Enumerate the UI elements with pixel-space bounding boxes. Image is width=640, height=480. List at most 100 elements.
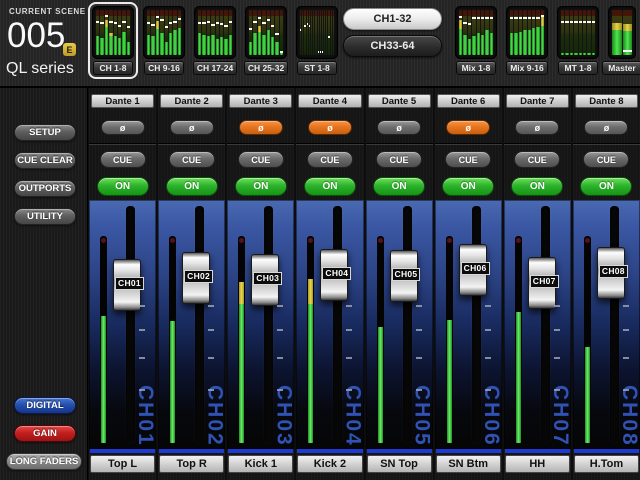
on-button[interactable]: ON: [97, 177, 149, 196]
on-button[interactable]: ON: [235, 177, 287, 196]
fader-cap[interactable]: CH07: [528, 257, 556, 309]
fader-scale-tick: [208, 357, 214, 359]
cue-button[interactable]: CUE: [445, 151, 491, 168]
meter-bar: [122, 10, 125, 55]
on-button[interactable]: ON: [373, 177, 425, 196]
input-port-button[interactable]: Dante 5: [368, 94, 431, 108]
meter-bar: [100, 10, 103, 55]
meter-fill-green: [574, 53, 577, 55]
meter-bank[interactable]: Mix 9-16: [504, 4, 550, 77]
meter-bars: [249, 10, 283, 55]
utility-button[interactable]: UTILITY: [14, 208, 76, 225]
channel-name-button[interactable]: Kick 1: [228, 455, 293, 473]
meter-bank[interactable]: CH 17-24: [192, 4, 238, 77]
peak-hold-mark: [122, 21, 125, 23]
long-faders-button[interactable]: LONG FADERS: [6, 453, 82, 470]
meter-bank[interactable]: Mix 1-8: [453, 4, 499, 77]
meter-bank[interactable]: MT 1-8: [555, 4, 601, 77]
channel-name-button[interactable]: HH: [505, 455, 570, 473]
meter-bank[interactable]: CH 25-32: [243, 4, 289, 77]
peak-hold-mark: [207, 21, 210, 23]
meter-fill-green: [151, 36, 154, 55]
meter-bar: [514, 10, 517, 55]
outports-button[interactable]: OUTPORTS: [14, 180, 76, 197]
channel-name-button[interactable]: Top R: [159, 455, 224, 473]
peak-hold-mark: [127, 26, 130, 28]
cue-button[interactable]: CUE: [307, 151, 353, 168]
fader-cap[interactable]: CH08: [597, 247, 625, 299]
phase-button[interactable]: ø: [239, 120, 283, 135]
on-button[interactable]: ON: [442, 177, 494, 196]
phase-button[interactable]: ø: [170, 120, 214, 135]
meter-bar: [220, 10, 223, 55]
cue-button[interactable]: CUE: [169, 151, 215, 168]
meter-fill-green: [198, 33, 201, 56]
phase-button[interactable]: ø: [377, 120, 421, 135]
fader-cap[interactable]: CH04: [320, 249, 348, 301]
input-port-button[interactable]: Dante 2: [160, 94, 223, 108]
setup-button[interactable]: SETUP: [14, 124, 76, 141]
fader-cap[interactable]: CH06: [459, 244, 487, 296]
cue-button[interactable]: CUE: [514, 151, 560, 168]
meter-bar: [178, 10, 181, 55]
phase-icon: ø: [327, 123, 333, 133]
peak-hold-mark: [570, 21, 573, 23]
meter-bank[interactable]: ST 1-8: [294, 4, 340, 77]
input-port-button[interactable]: Dante 6: [437, 94, 500, 108]
peak-hold-mark: [472, 17, 475, 19]
cue-button[interactable]: CUE: [583, 151, 629, 168]
meter-bank[interactable]: Master: [606, 4, 638, 77]
on-button[interactable]: ON: [511, 177, 563, 196]
on-button[interactable]: ON: [580, 177, 632, 196]
cue-button[interactable]: CUE: [238, 151, 284, 168]
gain-button[interactable]: GAIN: [14, 425, 76, 442]
cue-button[interactable]: CUE: [100, 151, 146, 168]
meter-bar: [311, 10, 312, 55]
phase-button[interactable]: ø: [446, 120, 490, 135]
on-button[interactable]: ON: [166, 177, 218, 196]
layer-button-ch33-64[interactable]: CH33-64: [343, 35, 442, 57]
meter-bar: [165, 10, 168, 55]
meter-fill-green: [258, 32, 261, 55]
phase-button[interactable]: ø: [584, 120, 628, 135]
input-port-button[interactable]: Dante 1: [91, 94, 154, 108]
digital-button[interactable]: DIGITAL: [14, 397, 76, 414]
meter-fill-green: [519, 32, 522, 55]
on-button[interactable]: ON: [304, 177, 356, 196]
cue-clear-button[interactable]: CUE CLEAR: [14, 152, 76, 169]
fader-cap-label: CH01: [115, 277, 144, 290]
channel-name-button[interactable]: H.Tom: [574, 455, 639, 473]
peak-hold-mark: [592, 21, 595, 23]
clip-indicator-icon: [308, 238, 313, 243]
input-port-button[interactable]: Dante 4: [298, 94, 361, 108]
input-port-button[interactable]: Dante 7: [506, 94, 569, 108]
phase-button[interactable]: ø: [101, 120, 145, 135]
channel-meter-fill: [447, 320, 452, 443]
cue-button[interactable]: CUE: [376, 151, 422, 168]
current-scene-box[interactable]: CURRENT SCENE 005 E QL series: [0, 0, 88, 86]
fader-cap[interactable]: CH05: [390, 250, 418, 302]
phase-button[interactable]: ø: [515, 120, 559, 135]
input-port-button[interactable]: Dante 8: [575, 94, 638, 108]
meter-fill-green: [220, 37, 223, 55]
fader-scale-tick: [623, 389, 629, 391]
layer-button-ch1-32[interactable]: CH1-32: [343, 8, 442, 30]
fader-cap[interactable]: CH01: [113, 259, 141, 311]
fader-scale-tick: [623, 329, 629, 331]
fader-cap[interactable]: CH03: [251, 254, 279, 306]
channel-name-button[interactable]: Kick 2: [297, 455, 362, 473]
meter-bar: [224, 10, 227, 55]
meter-bank[interactable]: CH 1-8: [90, 4, 136, 77]
meter-bar: [331, 10, 332, 55]
channel-name-button[interactable]: Top L: [90, 455, 155, 473]
peak-hold-mark: [220, 23, 223, 25]
meter-bank[interactable]: CH 9-16: [141, 4, 187, 77]
phase-button[interactable]: ø: [308, 120, 352, 135]
peak-hold-mark: [173, 21, 176, 23]
fader-scale-tick: [346, 329, 352, 331]
channel-strip: Dante 6 ø CUE ON CH06 CH06 SN Btm: [435, 88, 502, 480]
channel-name-button[interactable]: SN Top: [367, 455, 432, 473]
channel-name-button[interactable]: SN Btm: [436, 455, 501, 473]
fader-cap[interactable]: CH02: [182, 252, 210, 304]
input-port-button[interactable]: Dante 3: [229, 94, 292, 108]
